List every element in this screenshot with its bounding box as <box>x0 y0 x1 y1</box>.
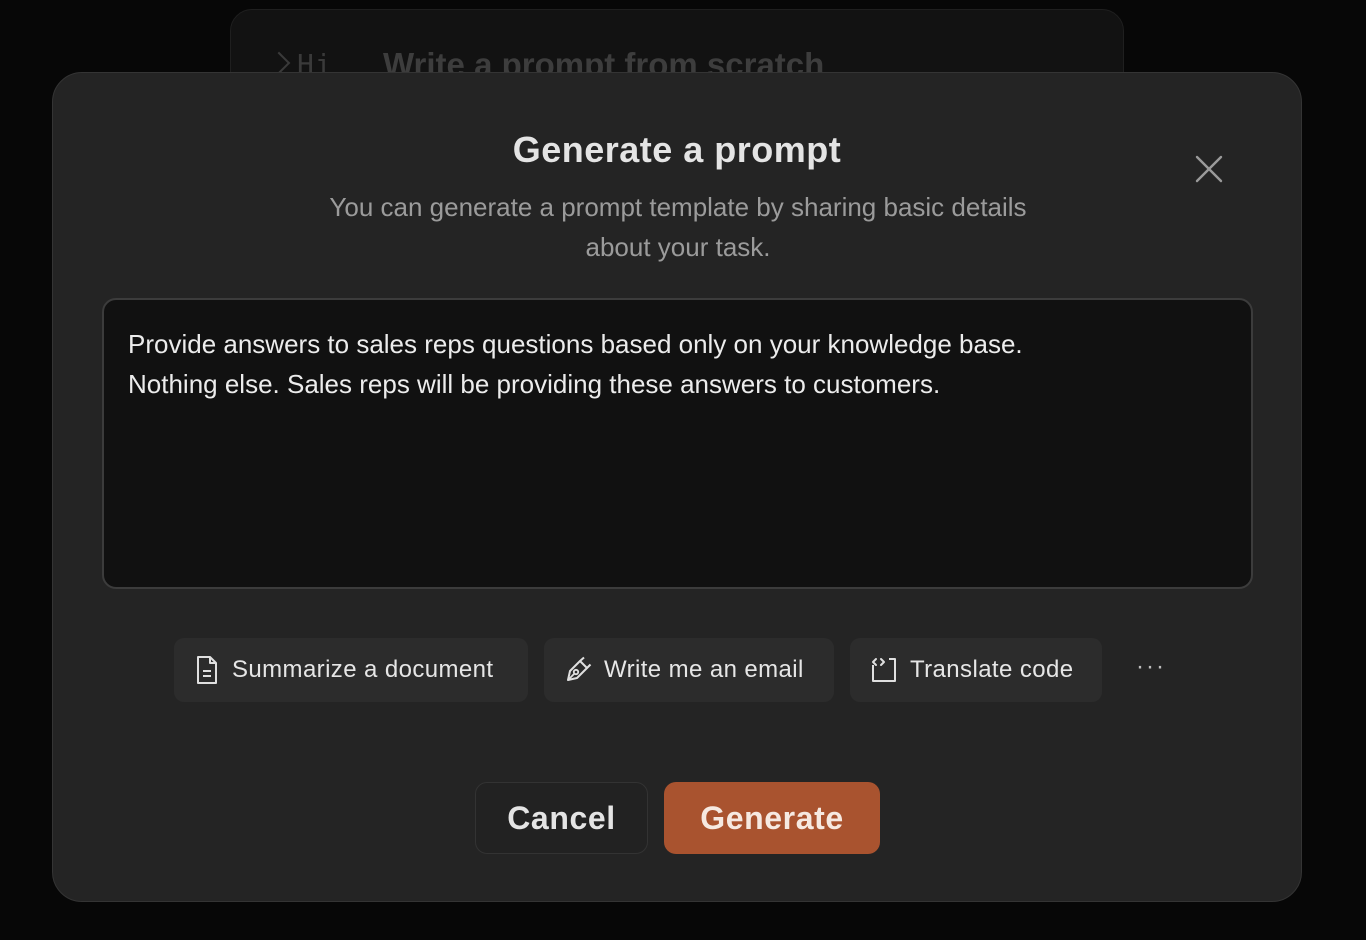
suggestion-translate-code[interactable]: Translate code <box>850 638 1102 702</box>
dialog-title: Generate a prompt <box>512 129 842 170</box>
suggestion-label: Write me an email <box>604 656 804 683</box>
pen-icon <box>567 656 592 681</box>
generate-button[interactable]: Generate <box>664 782 880 854</box>
chevron-right-icon <box>267 51 291 75</box>
close-button[interactable] <box>1189 149 1229 189</box>
suggestion-label: Translate code <box>910 656 1074 683</box>
dialog-subtitle: You can generate a prompt template by sh… <box>329 192 1027 262</box>
suggestion-write-email[interactable]: Write me an email <box>544 638 834 702</box>
more-suggestions-button[interactable]: ··· <box>1131 653 1171 687</box>
generate-prompt-dialog: Generate a prompt You can generate a pro… <box>52 72 1302 902</box>
suggestion-label: Summarize a document <box>232 656 494 683</box>
cancel-button[interactable]: Cancel <box>475 782 648 854</box>
suggestion-summarize-document[interactable]: Summarize a document <box>174 638 528 702</box>
task-description-input[interactable]: Provide answers to sales reps questions … <box>102 298 1253 589</box>
document-icon <box>197 656 217 684</box>
close-icon <box>1195 155 1223 183</box>
code-icon <box>872 658 896 682</box>
